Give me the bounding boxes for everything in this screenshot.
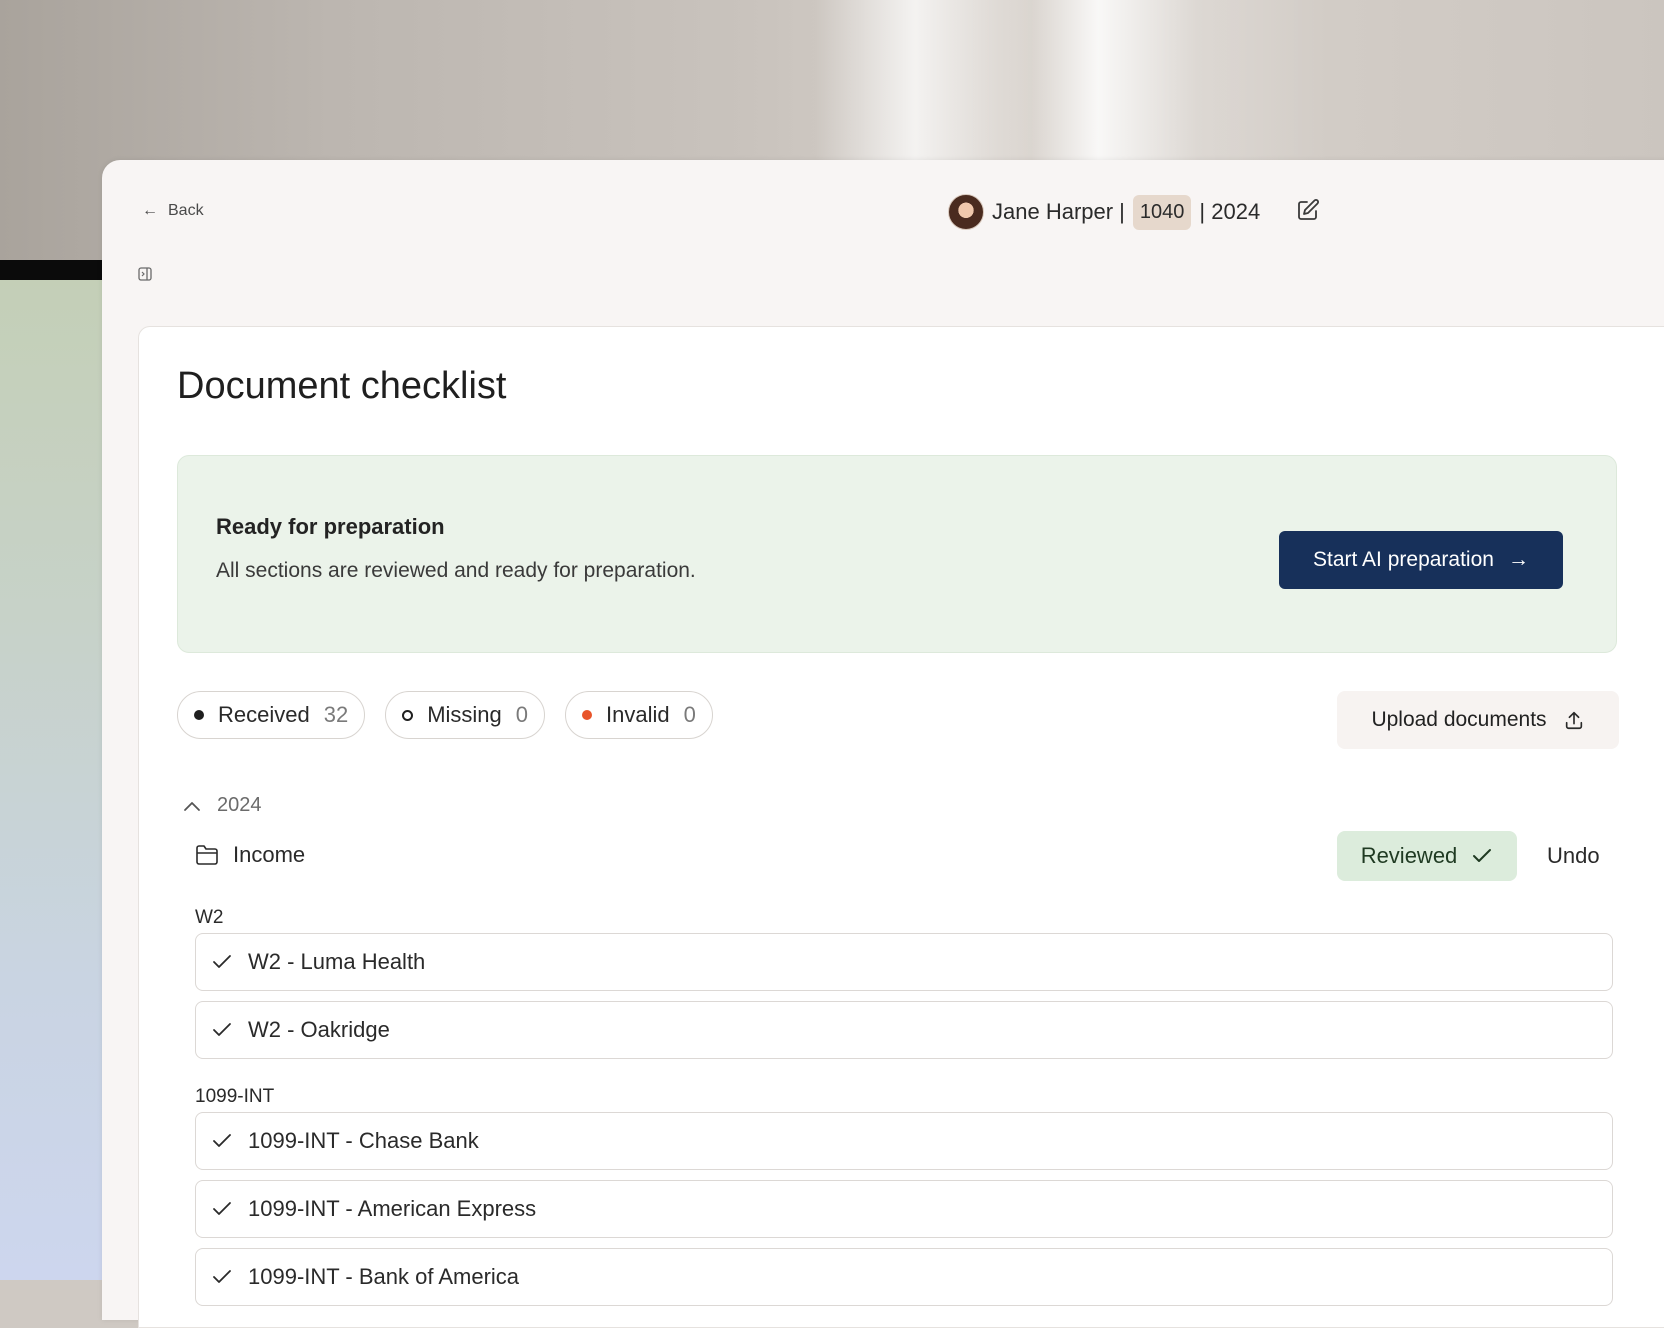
- check-icon: [213, 1202, 231, 1215]
- arrow-left-icon: ←: [142, 202, 158, 219]
- upload-documents-button[interactable]: Upload documents: [1337, 691, 1619, 749]
- form-type-badge: 1040: [1132, 194, 1192, 230]
- filter-invalid[interactable]: Invalid 0: [565, 691, 713, 739]
- folder-icon: [196, 845, 218, 865]
- document-row[interactable]: 1099-INT - Chase Bank: [195, 1112, 1613, 1170]
- group-label-1099-int: 1099-INT: [195, 1086, 275, 1107]
- ready-title: Ready for preparation: [216, 514, 445, 539]
- avatar: [948, 194, 984, 230]
- start-ai-preparation-button[interactable]: Start AI preparation →: [1279, 531, 1563, 589]
- document-name: W2 - Oakridge: [248, 1017, 390, 1042]
- tax-year: | 2024: [1199, 199, 1261, 224]
- status-filters: Received 32 Missing 0 Invalid 0: [177, 691, 713, 739]
- client-name: Jane Harper |: [992, 199, 1125, 224]
- page-title: Document checklist: [177, 365, 507, 407]
- reviewed-status-button[interactable]: Reviewed: [1337, 831, 1517, 881]
- document-name: W2 - Luma Health: [248, 949, 426, 974]
- hollow-dot-icon: [402, 709, 414, 721]
- filter-received[interactable]: Received 32: [177, 691, 366, 739]
- background-gradient: [0, 280, 110, 1280]
- document-name: 1099-INT - American Express: [248, 1196, 537, 1221]
- upload-documents-label: Upload documents: [1371, 708, 1547, 731]
- arrow-right-icon: →: [1507, 548, 1529, 571]
- background-dark-strip: [0, 260, 110, 280]
- upload-icon: [1565, 711, 1582, 730]
- filter-count: 0: [683, 702, 696, 727]
- app-window: ← Back Jane Harper | 1040 | 2024 Documen…: [102, 160, 1664, 1328]
- undo-button[interactable]: Undo: [1547, 843, 1600, 869]
- check-icon: [213, 1023, 231, 1036]
- filter-label: Invalid: [606, 702, 670, 727]
- back-label: Back: [168, 202, 204, 219]
- document-row[interactable]: 1099-INT - American Express: [195, 1180, 1613, 1238]
- back-link[interactable]: ← Back: [142, 202, 204, 220]
- ready-banner: Ready for preparation All sections are r…: [177, 455, 1617, 653]
- red-dot-icon: [582, 710, 593, 720]
- ready-subtitle: All sections are reviewed and ready for …: [216, 559, 696, 582]
- document-row[interactable]: W2 - Luma Health: [195, 933, 1613, 991]
- filter-label: Received: [218, 702, 310, 727]
- section-income: Income: [195, 842, 305, 868]
- year-group-label: 2024: [217, 794, 262, 816]
- filled-dot-icon: [194, 710, 204, 720]
- client-header: Jane Harper | 1040 | 2024: [948, 192, 1260, 232]
- filter-count: 32: [323, 702, 349, 727]
- check-icon: [1473, 849, 1492, 862]
- check-icon: [213, 955, 231, 968]
- check-icon: [213, 1134, 231, 1147]
- chevron-up-icon: [184, 801, 200, 811]
- edit-icon[interactable]: [1296, 198, 1320, 222]
- document-name: 1099-INT - Bank of America: [248, 1264, 520, 1289]
- check-icon: [213, 1270, 231, 1283]
- year-group-toggle[interactable]: 2024: [183, 794, 262, 817]
- sidebar-toggle-icon[interactable]: [138, 267, 152, 281]
- document-name: 1099-INT - Chase Bank: [248, 1128, 479, 1153]
- document-row[interactable]: 1099-INT - Bank of America: [195, 1248, 1613, 1306]
- filter-count: 0: [515, 702, 529, 727]
- document-row[interactable]: W2 - Oakridge: [195, 1001, 1613, 1059]
- filter-missing[interactable]: Missing 0: [385, 691, 546, 739]
- group-label-w2: W2: [195, 907, 224, 928]
- start-ai-preparation-label: Start AI preparation: [1313, 548, 1494, 571]
- filter-label: Missing: [427, 702, 502, 727]
- section-name: Income: [233, 842, 306, 867]
- reviewed-label: Reviewed: [1360, 843, 1458, 868]
- content-panel: Document checklist Ready for preparation…: [138, 326, 1664, 1328]
